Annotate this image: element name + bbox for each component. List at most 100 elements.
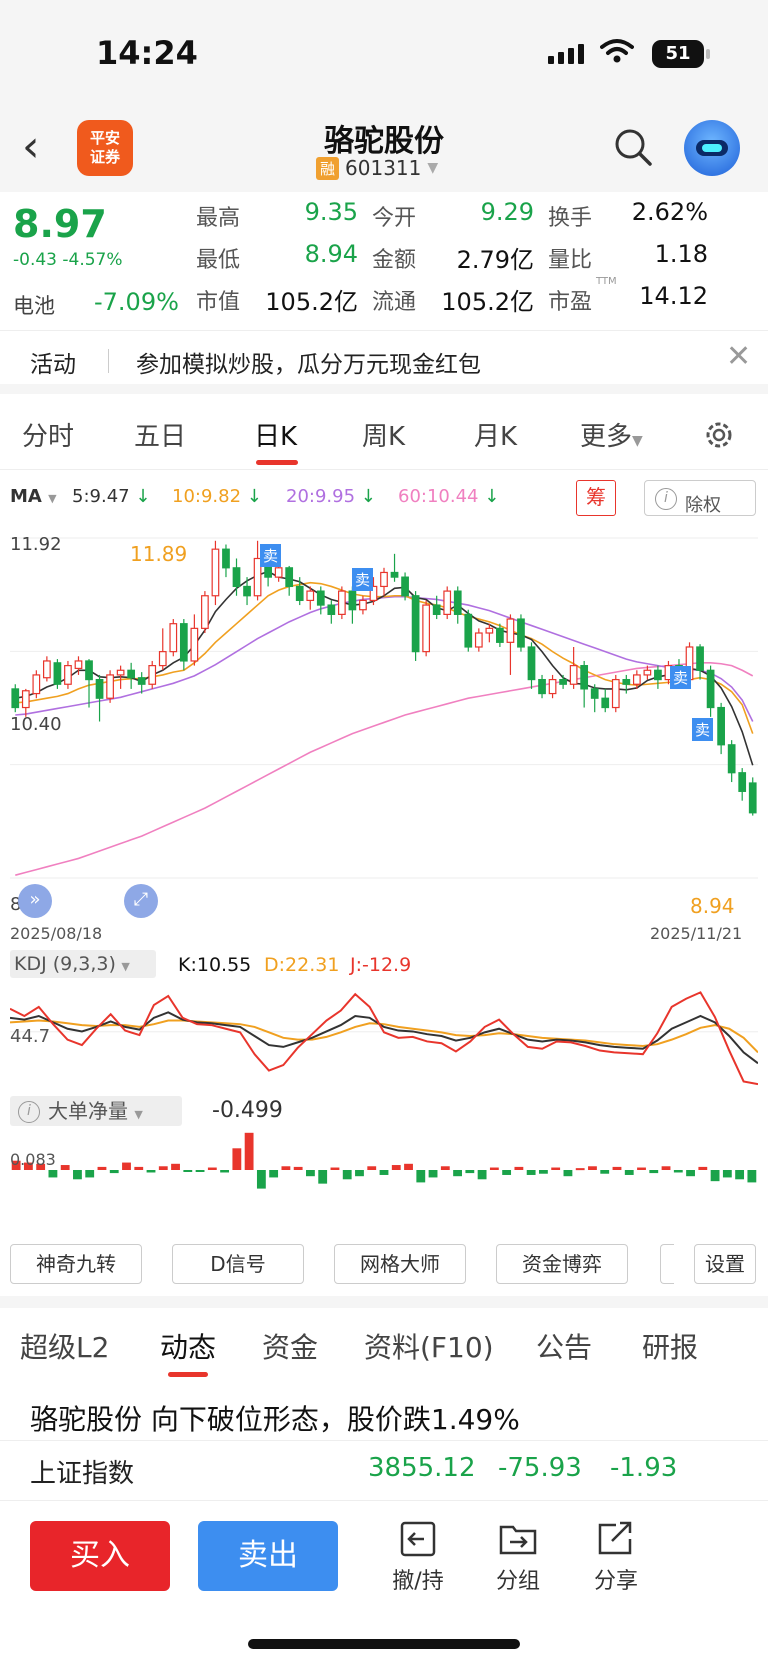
candle-body xyxy=(11,688,20,709)
net-volume-bar xyxy=(649,1170,659,1174)
net-volume-bar xyxy=(686,1170,695,1177)
news-headline[interactable]: 骆驼股份 向下破位形态，股价跌1.49% xyxy=(30,1398,520,1438)
sector-name[interactable]: 电池 xyxy=(13,290,55,320)
close-icon[interactable]: ✕ xyxy=(726,339,751,374)
candle-body xyxy=(32,674,41,695)
kdj-selector[interactable]: KDJ (9,3,3) ▼ xyxy=(10,950,156,978)
net-volume-bar xyxy=(134,1166,144,1170)
pe-label: 市盈 xyxy=(548,290,593,315)
large-order-chart[interactable]: 0.083 xyxy=(10,1128,758,1238)
fund-game-button[interactable]: 资金博弈 xyxy=(496,1244,628,1284)
candle-body xyxy=(527,646,536,681)
large-order-selector[interactable]: i 大单净量 ▼ xyxy=(10,1096,182,1126)
search-icon[interactable] xyxy=(612,126,654,168)
activity-banner[interactable]: 活动 参加模拟炒股，瓜分万元现金红包 ✕ xyxy=(0,330,768,394)
ma5-value: 5:9.47 ↓ xyxy=(72,486,150,507)
info-icon: i xyxy=(18,1101,40,1123)
chip-distribution-button[interactable]: 筹 xyxy=(576,480,616,516)
net-volume-bar xyxy=(195,1170,205,1172)
amount-label: 金额 xyxy=(372,248,417,273)
tab-announcements[interactable]: 公告 xyxy=(536,1326,592,1366)
ma20-value: 20:9.95 ↓ xyxy=(286,486,376,507)
active-tab-indicator xyxy=(256,460,298,465)
net-volume-bar xyxy=(747,1170,757,1183)
down-arrow-icon: ↓ xyxy=(478,486,500,507)
candle-body xyxy=(148,665,157,685)
tab-daily-k[interactable]: 日K xyxy=(254,416,297,453)
ai-assistant-icon[interactable] xyxy=(684,120,740,176)
candle-body xyxy=(222,548,230,569)
candle-body xyxy=(643,669,652,676)
banner-text[interactable]: 参加模拟炒股，瓜分万元现金红包 xyxy=(136,345,481,379)
candle-body xyxy=(517,618,525,648)
share-button[interactable]: 分享 xyxy=(576,1519,656,1595)
share-icon xyxy=(598,1521,632,1555)
candle-body xyxy=(359,599,367,611)
battery-icon: 51 xyxy=(652,40,710,68)
net-volume-bar xyxy=(453,1170,462,1177)
sell-button[interactable]: 卖出 xyxy=(198,1521,338,1591)
net-volume-bar xyxy=(673,1170,683,1173)
collapse-icon[interactable]: » xyxy=(18,884,52,918)
ma-legend: MA ▼ 5:9.47 ↓ 10:9.82 ↓ 20:9.95 ↓ 60:10.… xyxy=(0,478,768,518)
section-divider xyxy=(0,1296,768,1308)
tab-intraday[interactable]: 分时 xyxy=(22,416,74,453)
candle-body xyxy=(569,665,578,685)
chevron-down-icon: ▼ xyxy=(632,433,643,449)
gear-icon[interactable] xyxy=(702,418,736,452)
net-volume-bar xyxy=(551,1167,561,1170)
ma10-value: 10:9.82 ↓ xyxy=(172,486,262,507)
candle-body xyxy=(443,590,452,615)
ma-label-text: MA xyxy=(10,486,42,507)
candle-body xyxy=(696,646,704,671)
down-arrow-icon: ↓ xyxy=(355,486,376,507)
grid-master-button[interactable]: 网格大师 xyxy=(334,1244,466,1284)
candle-body xyxy=(306,590,315,602)
net-volume-bar xyxy=(146,1170,156,1173)
candle-body xyxy=(590,688,599,699)
tab-more[interactable]: 更多▼ xyxy=(580,416,643,453)
tab-super-l2[interactable]: 超级L2 xyxy=(20,1326,109,1366)
large-order-axis-label: 0.083 xyxy=(10,1150,56,1169)
buy-button[interactable]: 买入 xyxy=(30,1521,170,1591)
ma-label[interactable]: MA ▼ xyxy=(10,486,57,507)
tab-monthly-k[interactable]: 月K xyxy=(474,416,517,453)
expand-icon[interactable]: ⤢ xyxy=(124,884,158,918)
chevron-down-icon: ▼ xyxy=(134,1108,143,1121)
group-button[interactable]: 分组 xyxy=(478,1519,558,1595)
candle-body xyxy=(53,662,62,685)
tab-weekly-k[interactable]: 周K xyxy=(362,416,405,453)
tab-five-day[interactable]: 五日 xyxy=(134,416,186,453)
magic-nine-button[interactable]: 神奇九转 xyxy=(10,1244,142,1284)
sell-marker: 卖 xyxy=(260,544,282,567)
net-volume-bar xyxy=(379,1170,389,1175)
open-value: 9.29 xyxy=(480,198,534,226)
candlestick-chart[interactable]: 11.92 10.40 8.27 11.89 8.94 卖 卖 卖 卖 » ⤢ … xyxy=(10,528,758,943)
quote-panel: 8.97 -0.43 -4.57% 电池 -7.09% 最高 9.35 今开 9… xyxy=(0,192,768,326)
tab-f10[interactable]: 资料(F10) xyxy=(364,1326,494,1366)
stock-code-selector[interactable]: 融 601311 ▼ xyxy=(316,156,438,180)
candle-body xyxy=(74,660,83,670)
index-ticker[interactable]: 上证指数 3855.12 -75.93 -1.93 xyxy=(0,1440,768,1496)
candle-body xyxy=(169,623,178,653)
d-signal-button[interactable]: D信号 xyxy=(172,1244,304,1284)
net-volume-bar xyxy=(220,1170,230,1173)
net-volume-bar xyxy=(256,1170,266,1189)
tab-dynamics[interactable]: 动态 xyxy=(160,1326,216,1366)
chevron-down-icon: ▼ xyxy=(48,492,57,505)
settings-button[interactable]: 设置 xyxy=(694,1244,756,1284)
candle-body xyxy=(706,669,715,709)
cancel-hold-button[interactable]: 撤/持 xyxy=(378,1519,458,1595)
dropdown-icon: ▼ xyxy=(427,160,439,176)
net-volume-bar xyxy=(502,1170,512,1175)
tab-funds[interactable]: 资金 xyxy=(262,1326,318,1366)
index-value: 3855.12 xyxy=(368,1453,476,1483)
tab-research[interactable]: 研报 xyxy=(642,1326,698,1366)
high-label: 最高 xyxy=(196,206,241,231)
low-price-mark: 8.94 xyxy=(690,894,735,918)
ex-rights-button[interactable]: i 除权 xyxy=(644,480,756,516)
kdj-chart[interactable]: 44.7 xyxy=(9,982,759,1090)
ma60-text: 60:10.44 xyxy=(398,486,479,507)
hidden-tool-button[interactable] xyxy=(660,1244,674,1284)
market-cap-label: 市值 xyxy=(196,290,241,315)
